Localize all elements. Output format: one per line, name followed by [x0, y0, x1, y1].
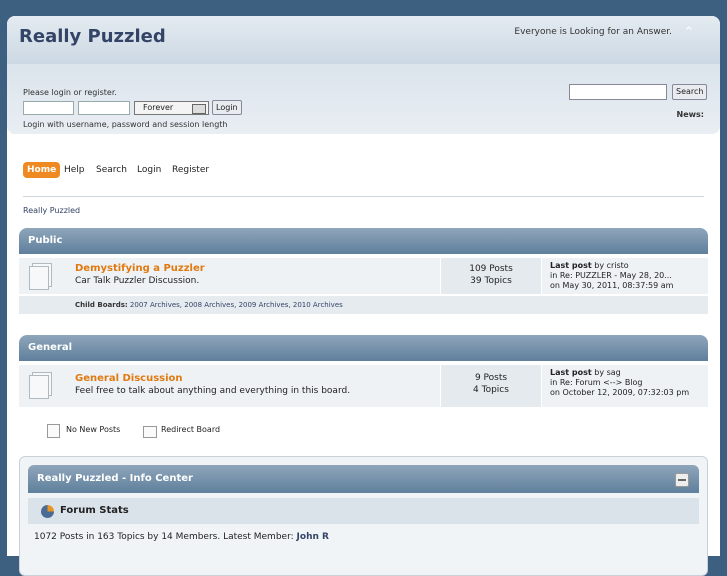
site-title[interactable]: Really Puzzled — [19, 26, 166, 47]
search-button[interactable]: Search — [672, 84, 708, 100]
login-button[interactable]: Login — [212, 100, 242, 115]
info-center: Really Puzzled - Info Center Forum Stats… — [19, 456, 708, 576]
board-name[interactable]: Demystifying a Puzzler — [75, 263, 205, 274]
child-boards-row: Child Boards: 2007 Archives, 2008 Archiv… — [19, 296, 708, 314]
board-posts: 9 Posts — [474, 373, 508, 383]
menu-item-help[interactable]: Help — [64, 162, 85, 178]
collapse-icon[interactable] — [675, 473, 689, 487]
last-post-date: on October 12, 2009, 07:32:03 pm — [550, 388, 690, 397]
news-label: News: — [676, 110, 704, 119]
forum-stats-header: Forum Stats — [28, 498, 699, 524]
category-general[interactable]: General — [19, 335, 708, 361]
page-wrapper: Really Puzzled Everyone is Looking for a… — [7, 16, 720, 576]
board-description: Car Talk Puzzler Discussion. — [75, 276, 200, 286]
last-post-label: Last post — [550, 368, 592, 377]
collapse-header-icon[interactable]: ⌃ — [680, 24, 698, 42]
session-length-select[interactable]: Forever — [134, 101, 209, 115]
info-center-title: Really Puzzled - Info Center — [37, 473, 193, 484]
board-no-new-posts-icon[interactable] — [29, 375, 49, 399]
board-last-post: Last post by sag in Re: Forum <--> Blog … — [550, 368, 689, 398]
forum-stats-title[interactable]: Forum Stats — [60, 505, 129, 516]
last-post-author[interactable]: by sag — [594, 368, 621, 377]
password-input[interactable] — [78, 101, 130, 115]
pie-chart-icon — [41, 505, 54, 518]
legend-no-new: No New Posts — [66, 425, 121, 434]
menu-item-search[interactable]: Search — [96, 162, 127, 178]
forum-stats-text: 1072 Posts in 163 Topics by 14 Members. … — [34, 532, 329, 542]
category-public[interactable]: Public — [19, 228, 708, 254]
board-stats: 9 Posts 4 Topics — [440, 365, 542, 407]
board-topics: 39 Topics — [470, 276, 512, 286]
login-hint: Login with username, password and sessio… — [23, 120, 228, 129]
board-row: General Discussion Feel free to talk abo… — [19, 365, 708, 407]
redirect-board-icon — [143, 426, 157, 438]
board-last-post: Last post by cristo in Re: PUZZLER - May… — [550, 261, 673, 291]
menu-item-home[interactable]: Home — [23, 162, 61, 178]
menu-item-register[interactable]: Register — [172, 162, 209, 178]
latest-member-link[interactable]: John R — [297, 532, 329, 542]
forum-stats-summary: 1072 Posts in 163 Topics by 14 Members. … — [34, 532, 294, 542]
dropdown-arrow-icon — [192, 104, 206, 114]
board-no-new-posts-icon[interactable] — [29, 266, 49, 290]
legend-redirect: Redirect Board — [161, 425, 221, 434]
board-stats: 109 Posts 39 Topics — [440, 258, 542, 294]
search-input[interactable] — [569, 84, 667, 100]
menu-item-login[interactable]: Login — [137, 162, 161, 178]
user-section: Please login or register. Forever Login … — [7, 64, 720, 134]
board-row: Demystifying a Puzzler Car Talk Puzzler … — [19, 258, 708, 294]
last-post-topic[interactable]: in Re: PUZZLER - May 28, 20... — [550, 271, 673, 281]
last-post-author[interactable]: by cristo — [594, 261, 628, 270]
last-post-date: on May 30, 2011, 08:37:59 am — [550, 281, 674, 290]
site-slogan: Everyone is Looking for an Answer. — [514, 27, 672, 37]
board-description: Feel free to talk about anything and eve… — [75, 386, 351, 396]
info-center-header: Really Puzzled - Info Center — [28, 465, 699, 493]
divider — [23, 196, 704, 197]
board-name[interactable]: General Discussion — [75, 373, 183, 384]
last-post-label: Last post — [550, 261, 592, 270]
board-posts: 109 Posts — [469, 264, 513, 274]
session-length-value: Forever — [143, 103, 174, 112]
last-post-topic[interactable]: in Re: Forum <--> Blog — [550, 378, 689, 388]
breadcrumb[interactable]: Really Puzzled — [23, 206, 80, 215]
username-input[interactable] — [23, 101, 74, 115]
login-prompt: Please login or register. — [23, 88, 117, 97]
child-boards-links[interactable]: 2007 Archives, 2008 Archives, 2009 Archi… — [130, 301, 343, 309]
child-boards-label: Child Boards: — [75, 301, 128, 309]
site-header: Really Puzzled Everyone is Looking for a… — [7, 16, 720, 64]
board-topics: 4 Topics — [473, 385, 509, 395]
no-new-posts-icon — [47, 424, 60, 438]
